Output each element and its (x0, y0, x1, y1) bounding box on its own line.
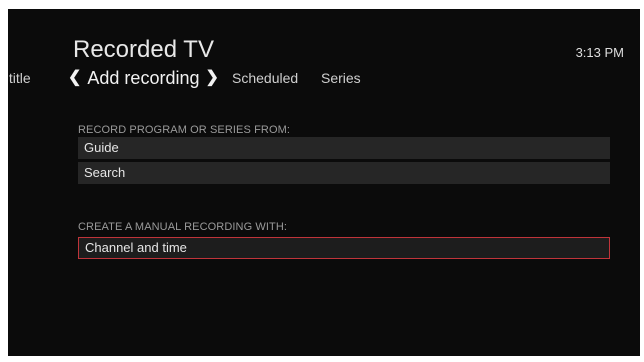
tab-add-recording-label: Add recording (87, 68, 200, 88)
clock: 3:13 PM (575, 45, 624, 60)
tab-add-recording[interactable]: ❮ Add recording ❯ (68, 66, 219, 90)
tab-series[interactable]: Series (321, 66, 361, 90)
page-title: Recorded TV (73, 36, 214, 63)
chevron-left-icon: ❮ (68, 69, 82, 86)
section-label-manual: CREATE A MANUAL RECORDING WITH: (78, 221, 288, 233)
tv-screen: Recorded TV 3:13 PM y title ❮ Add recordi… (8, 9, 640, 356)
tab-bar: y title ❮ Add recording ❯ Scheduled Series (8, 66, 640, 90)
section-label-record-from: RECORD PROGRAM OR SERIES FROM: (78, 124, 291, 136)
tab-by-title[interactable]: y title (8, 66, 31, 90)
option-channel-and-time[interactable]: Channel and time (78, 237, 610, 259)
tab-scheduled[interactable]: Scheduled (232, 66, 298, 90)
chevron-right-icon: ❯ (205, 69, 219, 86)
option-search[interactable]: Search (78, 162, 610, 184)
option-guide[interactable]: Guide (78, 137, 610, 159)
